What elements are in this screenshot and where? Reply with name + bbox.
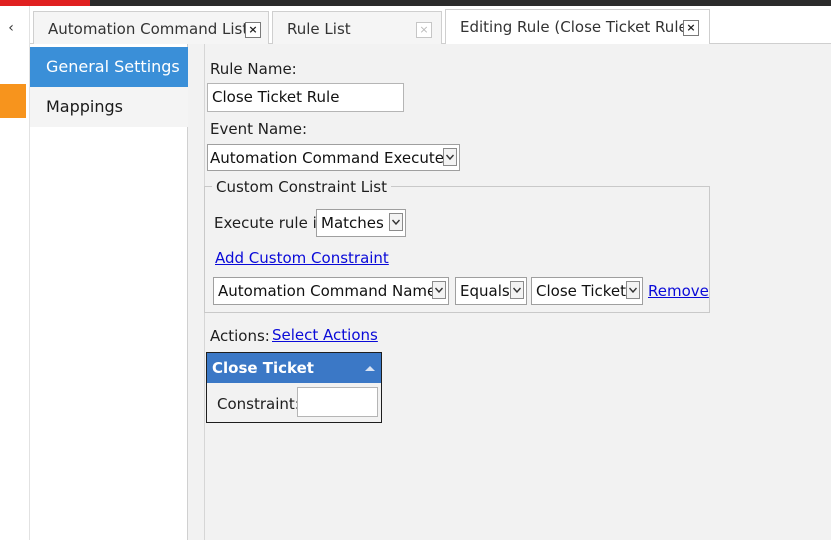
- constraint-value-select[interactable]: Close Ticket: [531, 277, 643, 305]
- action-title: Close Ticket: [212, 359, 314, 377]
- constraint-value: Close Ticket: [536, 282, 627, 300]
- active-marker[interactable]: [0, 84, 26, 118]
- event-name-select[interactable]: Automation Command Executed: [207, 144, 460, 171]
- chevron-down-icon[interactable]: [443, 148, 457, 166]
- chevron-down-icon[interactable]: [432, 281, 446, 299]
- tab-bar: Automation Command List × Rule List × Ed…: [30, 6, 831, 45]
- close-icon[interactable]: ×: [416, 22, 432, 38]
- add-custom-constraint-link[interactable]: Add Custom Constraint: [215, 249, 389, 267]
- execute-rule-label: Execute rule if: [214, 214, 323, 232]
- tab-rule-list[interactable]: Rule List ×: [272, 11, 442, 45]
- rule-name-label: Rule Name:: [210, 60, 297, 78]
- close-icon[interactable]: ×: [245, 22, 261, 38]
- event-name-label: Event Name:: [210, 120, 308, 138]
- constraint-operator-value: Equals: [460, 282, 510, 300]
- action-header[interactable]: Close Ticket: [207, 353, 381, 383]
- custom-constraint-title: Custom Constraint List: [212, 178, 391, 196]
- settings-nav: General Settings Mappings: [30, 44, 198, 540]
- action-panel: Close Ticket Constraint:: [206, 352, 382, 423]
- tab-label: Editing Rule (Close Ticket Rule): [460, 18, 694, 36]
- tab-label: Automation Command List: [48, 19, 249, 38]
- tab-label: Rule List: [287, 19, 351, 38]
- tab-automation-command-list[interactable]: Automation Command List ×: [33, 11, 269, 45]
- select-actions-link[interactable]: Select Actions: [272, 326, 378, 344]
- execute-rule-select[interactable]: Matches: [316, 209, 406, 237]
- collapse-chevron-icon[interactable]: ‹: [4, 20, 18, 36]
- chevron-down-icon[interactable]: [510, 281, 524, 299]
- rule-name-input[interactable]: Close Ticket Rule: [207, 83, 404, 112]
- tab-editing-rule[interactable]: Editing Rule (Close Ticket Rule) ×: [445, 9, 710, 44]
- constraint-label: Constraint:: [217, 395, 300, 413]
- nav-item-mappings[interactable]: Mappings: [30, 87, 188, 127]
- chevron-down-icon[interactable]: [626, 281, 640, 299]
- constraint-operator-select[interactable]: Equals: [455, 277, 527, 305]
- left-strip: ‹: [0, 6, 30, 540]
- execute-rule-value: Matches: [321, 214, 384, 232]
- remove-constraint-link[interactable]: Remove: [648, 282, 709, 300]
- actions-label: Actions:: [210, 327, 270, 345]
- collapse-triangle-icon[interactable]: [365, 366, 375, 371]
- constraint-field-value: Automation Command Name: [218, 282, 437, 300]
- chevron-down-icon[interactable]: [389, 213, 403, 231]
- constraint-field-select[interactable]: Automation Command Name: [213, 277, 449, 305]
- nav-item-general-settings[interactable]: General Settings: [30, 47, 198, 87]
- event-name-value: Automation Command Executed: [210, 148, 454, 167]
- action-constraint-input[interactable]: [297, 387, 378, 417]
- action-body: Constraint:: [207, 383, 381, 422]
- close-icon[interactable]: ×: [683, 20, 699, 36]
